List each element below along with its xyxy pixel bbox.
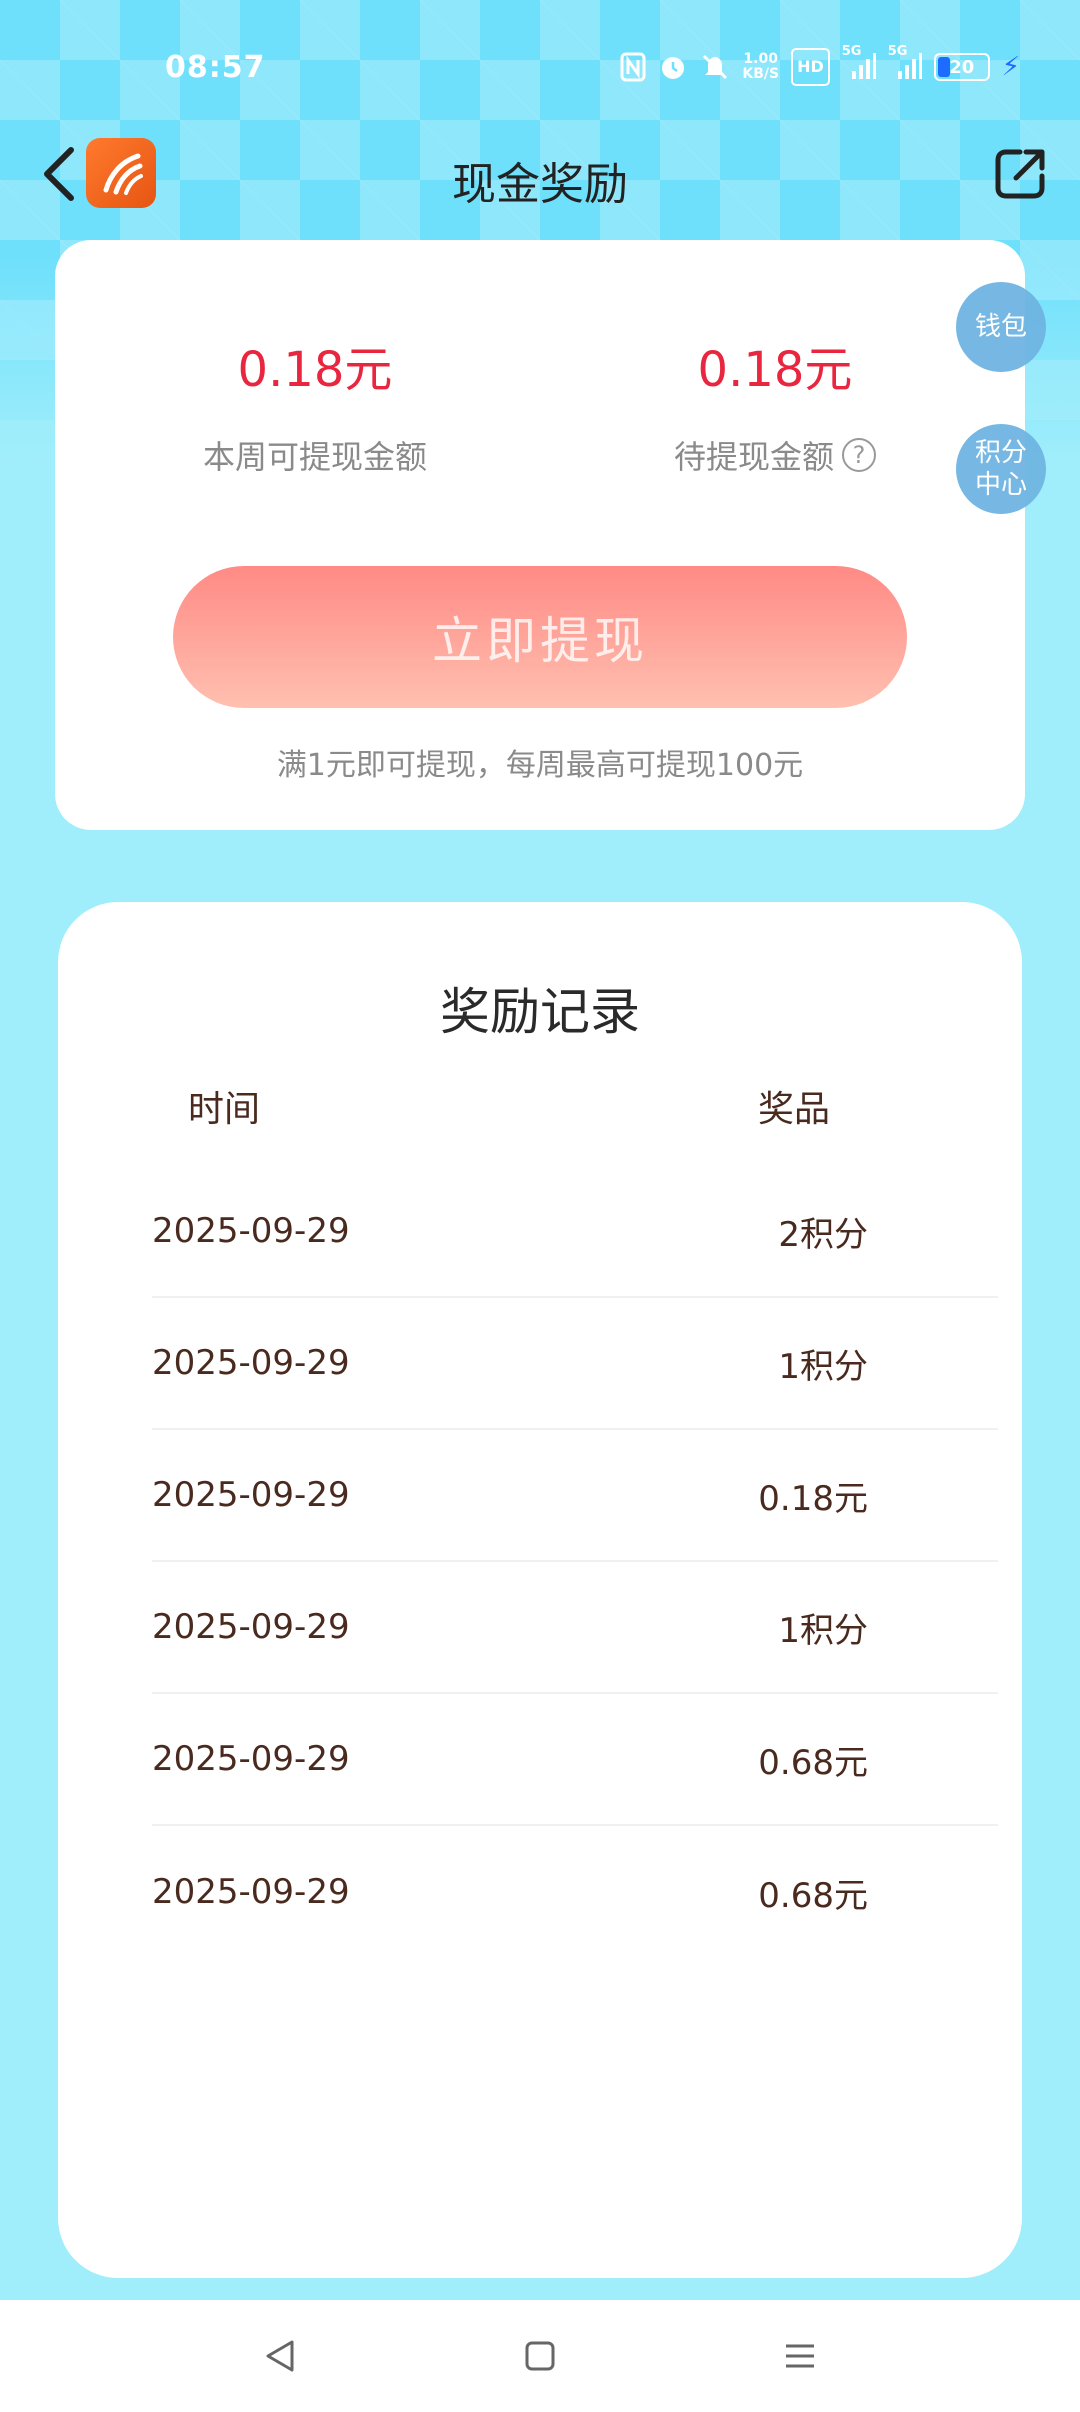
question-mark-icon[interactable]: ? <box>842 438 876 472</box>
records-list: 2025-09-29 2积分 2025-09-29 1积分 2025-09-29… <box>152 1166 998 1958</box>
record-prize: 0.68元 <box>758 1742 868 1783</box>
signal-icon-1: 5G <box>842 44 876 84</box>
status-icons: 1.00 KB/S HD 5G 5G 20 ⚡ <box>620 44 1020 86</box>
square-home-icon <box>525 2341 555 2371</box>
menu-icon <box>786 2344 814 2368</box>
network-speed: 1.00 KB/S <box>742 51 780 82</box>
system-nav-bar <box>0 2300 1080 2412</box>
pending-withdraw-label: 待提现金额 <box>673 438 834 476</box>
record-prize: 0.18元 <box>758 1478 868 1519</box>
record-date: 2025-09-29 <box>152 1211 350 1251</box>
table-row: 2025-09-29 0.68元 <box>152 1694 998 1826</box>
record-prize: 1积分 <box>778 1346 868 1387</box>
record-date: 2025-09-29 <box>152 1607 350 1647</box>
nav-menu-button[interactable] <box>770 2326 830 2386</box>
share-button[interactable] <box>990 144 1050 204</box>
pending-withdraw-label-group: 待提现金额 ? <box>575 432 975 478</box>
week-withdrawable-amount: 0.18元 <box>237 342 393 398</box>
withdraw-hint: 满1元即可提现，每周最高可提现100元 <box>276 748 804 783</box>
wallet-button[interactable]: 钱包 <box>956 282 1046 372</box>
share-icon <box>995 149 1045 199</box>
records-title: 奖励记录 <box>440 983 640 1041</box>
table-row: 2025-09-29 2积分 <box>152 1166 998 1298</box>
cash-card: 0.18元 0.18元 本周可提现金额 待提现金额 ? 立即提现 满1元即可提现… <box>55 240 1025 830</box>
battery-icon: 20 <box>933 53 990 81</box>
status-bar: 08:57 1.00 KB/S HD 5G 5G 20 ⚡ <box>0 0 1080 140</box>
charging-icon: ⚡ <box>1001 52 1020 82</box>
record-date: 2025-09-29 <box>152 1739 350 1779</box>
table-row: 2025-09-29 1积分 <box>152 1562 998 1694</box>
wallet-label: 钱包 <box>974 312 1027 342</box>
page-header: 现金奖励 <box>0 130 1080 220</box>
hd-badge: HD <box>791 48 830 86</box>
record-date: 2025-09-29 <box>152 1475 350 1515</box>
alarm-icon <box>658 50 688 84</box>
reward-records-card: 奖励记录 时间 奖品 2025-09-29 2积分 2025-09-29 1积分… <box>58 902 1022 2278</box>
record-prize: 1积分 <box>778 1610 868 1651</box>
points-center-button[interactable]: 积分 中心 <box>956 424 1046 514</box>
nfc-icon <box>620 50 646 84</box>
column-header-time: 时间 <box>188 1089 261 1130</box>
record-date: 2025-09-29 <box>152 1872 350 1912</box>
signal-icon-2: 5G <box>888 44 922 84</box>
table-row: 2025-09-29 0.18元 <box>152 1430 998 1562</box>
withdraw-now-button[interactable]: 立即提现 <box>173 566 907 708</box>
table-row: 2025-09-29 0.68元 <box>152 1826 998 1958</box>
record-prize: 0.68元 <box>758 1875 868 1916</box>
record-date: 2025-09-29 <box>152 1343 350 1383</box>
mute-icon <box>700 50 730 84</box>
points-center-label: 积分 中心 <box>974 438 1027 500</box>
column-header-prize: 奖品 <box>758 1089 831 1130</box>
page-title: 现金奖励 <box>452 159 628 210</box>
status-time: 08:57 <box>165 50 266 85</box>
table-row: 2025-09-29 1积分 <box>152 1298 998 1430</box>
triangle-back-icon <box>266 2340 294 2372</box>
record-prize: 2积分 <box>778 1214 868 1255</box>
pending-withdraw-amount: 0.18元 <box>697 342 853 398</box>
nav-back-button[interactable] <box>250 2326 310 2386</box>
nav-home-button[interactable] <box>510 2326 570 2386</box>
week-withdrawable-label: 本周可提现金额 <box>202 438 427 476</box>
